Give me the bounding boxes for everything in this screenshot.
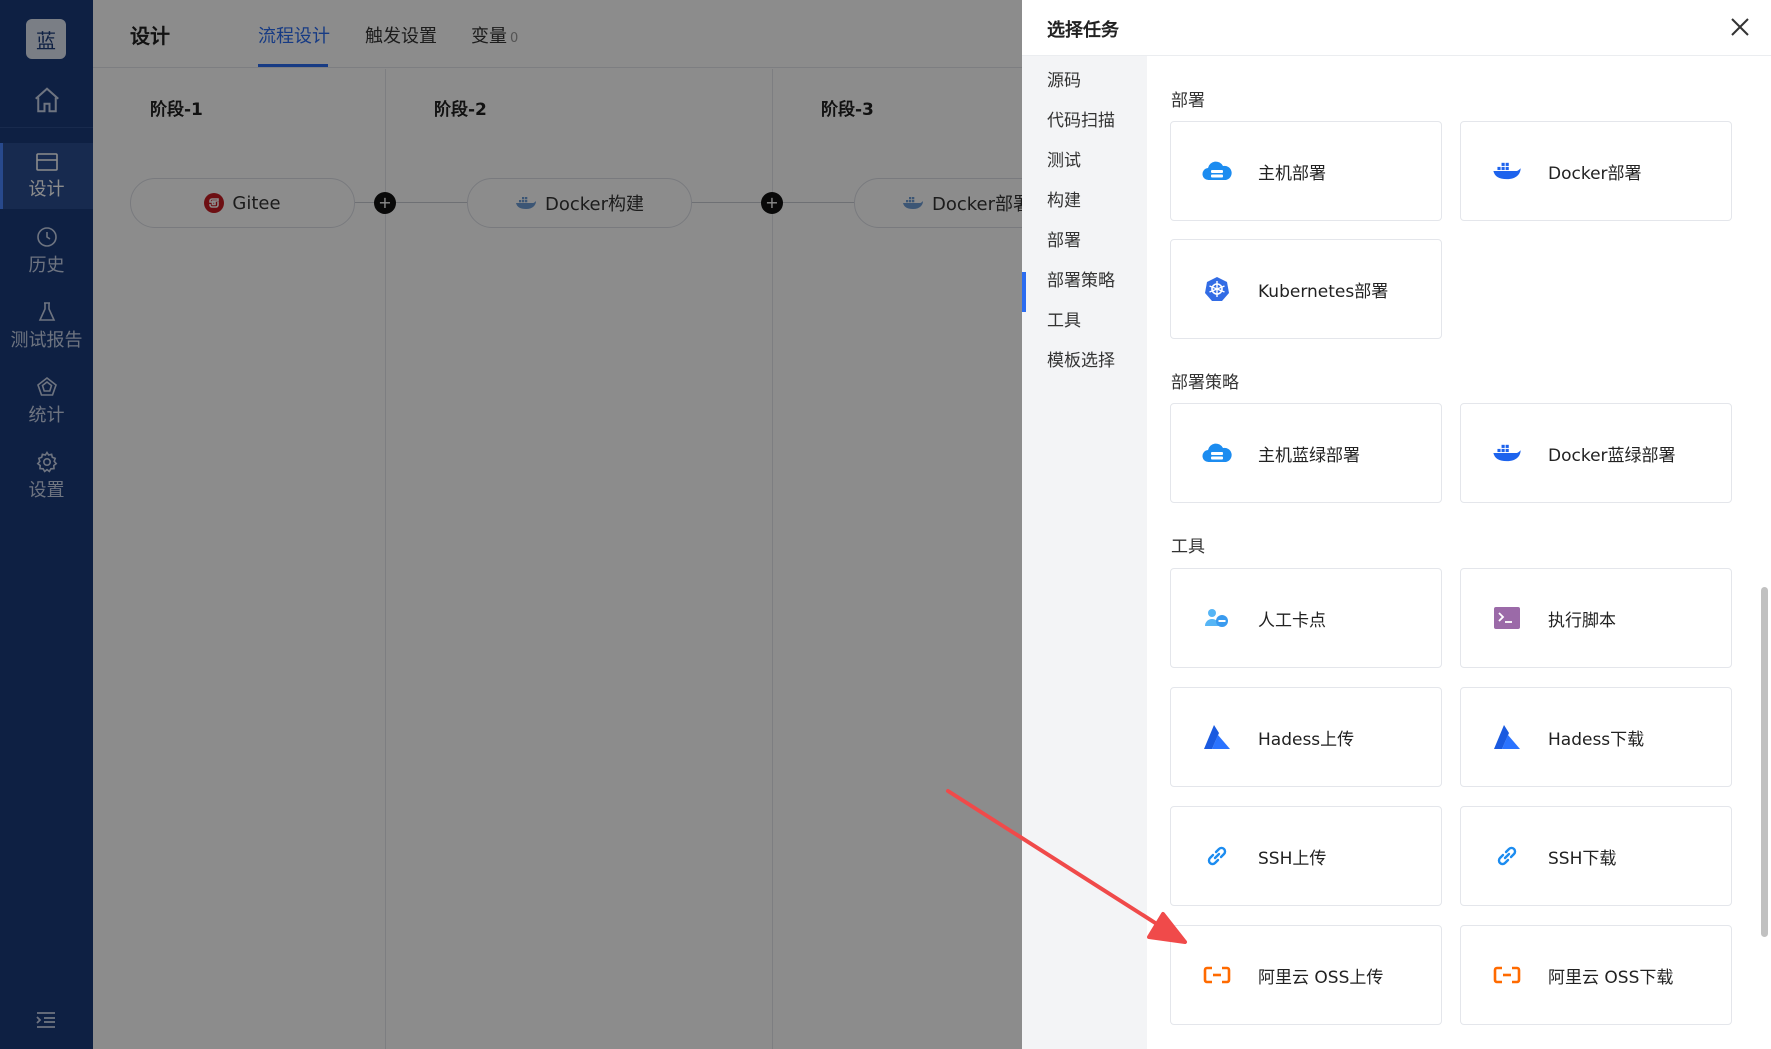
category-item-code-scan[interactable]: 代码扫描 (1047, 106, 1115, 131)
task-card-aliyun-oss-upload[interactable]: 阿里云 OSS上传 (1170, 925, 1442, 1025)
docker-icon (1492, 156, 1522, 186)
cloud-server-icon (1202, 438, 1232, 468)
task-card-kubernetes-deploy[interactable]: Kubernetes部署 (1170, 239, 1442, 339)
task-card-manual-gate[interactable]: 人工卡点 (1170, 568, 1442, 668)
category-item-template[interactable]: 模板选择 (1047, 346, 1115, 371)
scrollbar-thumb[interactable] (1761, 587, 1768, 937)
hadess-icon (1492, 722, 1522, 752)
task-card-aliyun-oss-download[interactable]: 阿里云 OSS下载 (1460, 925, 1732, 1025)
task-label: 主机蓝绿部署 (1258, 445, 1360, 466)
task-label: SSH下载 (1548, 848, 1617, 869)
task-label: 阿里云 OSS上传 (1258, 967, 1384, 988)
category-item-build[interactable]: 构建 (1047, 186, 1081, 211)
section-title-tools: 工具 (1171, 537, 1205, 557)
link-icon (1492, 841, 1522, 871)
terminal-icon (1492, 603, 1522, 633)
drawer-overlay-mask[interactable] (0, 0, 1022, 1049)
task-select-drawer: 选择任务 源码 代码扫描 测试 构建 部署 部署策略 工具 模板选择 部署 主机… (1022, 0, 1771, 1049)
category-item-deploy[interactable]: 部署 (1047, 226, 1081, 251)
task-label: 执行脚本 (1548, 610, 1616, 631)
task-card-ssh-upload[interactable]: SSH上传 (1170, 806, 1442, 906)
cloud-server-icon (1202, 156, 1232, 186)
task-label: 人工卡点 (1258, 610, 1326, 631)
task-card-docker-deploy[interactable]: Docker部署 (1460, 121, 1732, 221)
close-button[interactable] (1729, 16, 1751, 38)
aliyun-icon (1202, 960, 1232, 990)
task-card-docker-blue-green[interactable]: Docker蓝绿部署 (1460, 403, 1732, 503)
section-title-deploy-strategy: 部署策略 (1171, 373, 1239, 393)
task-card-hadess-download[interactable]: Hadess下载 (1460, 687, 1732, 787)
user-minus-icon (1202, 603, 1232, 633)
close-icon (1731, 18, 1749, 36)
task-label: Kubernetes部署 (1258, 281, 1389, 302)
category-item-test[interactable]: 测试 (1047, 146, 1081, 171)
task-card-run-script[interactable]: 执行脚本 (1460, 568, 1732, 668)
task-card-host-deploy[interactable]: 主机部署 (1170, 121, 1442, 221)
task-card-hadess-upload[interactable]: Hadess上传 (1170, 687, 1442, 787)
link-icon (1202, 841, 1232, 871)
active-category-indicator (1022, 272, 1026, 312)
category-item-tools[interactable]: 工具 (1047, 306, 1081, 331)
task-label: 阿里云 OSS下载 (1548, 967, 1674, 988)
category-item-source[interactable]: 源码 (1047, 66, 1081, 91)
docker-icon (1492, 438, 1522, 468)
task-label: Hadess上传 (1258, 729, 1355, 750)
task-card-ssh-download[interactable]: SSH下载 (1460, 806, 1732, 906)
aliyun-icon (1492, 960, 1522, 990)
category-item-deploy-strategy[interactable]: 部署策略 (1047, 266, 1115, 291)
task-category-list: 源码 代码扫描 测试 构建 部署 部署策略 工具 模板选择 (1022, 56, 1147, 1049)
task-grid-area: 部署 主机部署 Docker部署 Kubernetes部署 部署策略 主机蓝绿部… (1147, 56, 1771, 1049)
drawer-header: 选择任务 (1022, 0, 1771, 56)
drawer-title: 选择任务 (1047, 20, 1119, 41)
task-label: SSH上传 (1258, 848, 1327, 869)
task-label: Docker蓝绿部署 (1548, 445, 1676, 466)
task-card-host-blue-green[interactable]: 主机蓝绿部署 (1170, 403, 1442, 503)
task-label: Hadess下载 (1548, 729, 1645, 750)
section-title-deploy: 部署 (1171, 91, 1205, 111)
kubernetes-icon (1202, 274, 1232, 304)
task-label: Docker部署 (1548, 163, 1642, 184)
task-label: 主机部署 (1258, 163, 1326, 184)
hadess-icon (1202, 722, 1232, 752)
